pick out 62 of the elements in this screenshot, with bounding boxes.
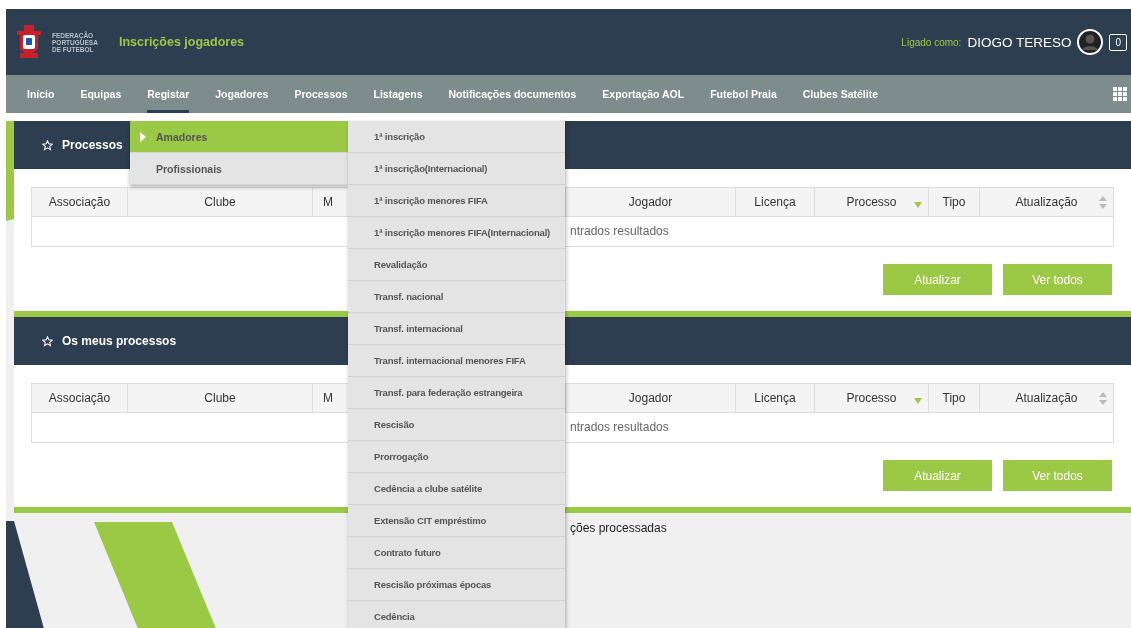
nav-item[interactable]: Início bbox=[27, 75, 55, 113]
avatar-icon[interactable] bbox=[1077, 29, 1104, 55]
submenu-item[interactable]: 1ª inscrição menores FIFA bbox=[348, 185, 565, 217]
column-header[interactable]: Associação bbox=[32, 384, 128, 412]
nav-item[interactable]: Equipas bbox=[80, 75, 122, 113]
nav-item[interactable]: Jogadores bbox=[215, 75, 269, 113]
notification-count[interactable]: 0 bbox=[1109, 33, 1127, 51]
app-title: Inscrições jogadores bbox=[119, 35, 245, 49]
column-header[interactable]: Atualização bbox=[980, 384, 1113, 412]
logged-in-label: Ligado como: bbox=[901, 36, 962, 48]
nav-item[interactable]: Registar bbox=[147, 75, 190, 113]
nav-item[interactable]: Futebol Praia bbox=[710, 75, 777, 113]
nav-item[interactable]: Clubes Satélite bbox=[802, 75, 878, 113]
submenu-item[interactable]: Transf. internacional menores FIFA bbox=[348, 345, 565, 377]
column-header[interactable]: Processo bbox=[815, 188, 929, 216]
footer-text: ções processadas bbox=[570, 521, 667, 535]
sort-icon bbox=[1099, 196, 1107, 209]
column-header[interactable]: Processo bbox=[815, 384, 929, 412]
panel-title: Processos bbox=[62, 138, 123, 152]
submenu-item[interactable]: Transf. nacional bbox=[348, 281, 565, 313]
submenu-item[interactable]: Transf. para federação estrangeira bbox=[348, 377, 565, 409]
submenu-item[interactable]: 1ª inscrição(Internacional) bbox=[348, 153, 565, 185]
sort-down-icon bbox=[914, 398, 922, 404]
column-header[interactable]: Licença bbox=[736, 188, 815, 216]
crest-logo-icon bbox=[14, 23, 44, 61]
column-header[interactable]: Jogador bbox=[566, 188, 736, 216]
column-header[interactable]: Jogador bbox=[566, 384, 736, 412]
submenu-item[interactable]: Prorrogação bbox=[348, 441, 565, 473]
column-header[interactable]: Tipo bbox=[929, 188, 980, 216]
empty-table-message: ntrados resultados bbox=[570, 224, 669, 238]
apps-grid-icon[interactable] bbox=[1113, 87, 1127, 101]
submenu-item[interactable]: Extensão CIT empréstimo bbox=[348, 505, 565, 537]
column-header[interactable]: Atualização bbox=[980, 188, 1113, 216]
submenu-item[interactable]: Rescisão próximas épocas bbox=[348, 569, 565, 601]
panel-title: Os meus processos bbox=[62, 334, 177, 348]
submenu-item[interactable]: Revalidação bbox=[348, 249, 565, 281]
column-header[interactable]: Licença bbox=[736, 384, 815, 412]
submenu-item[interactable]: Transf. internacional bbox=[348, 313, 565, 345]
column-header[interactable]: Tipo bbox=[929, 384, 980, 412]
empty-table-message: ntrados resultados bbox=[570, 420, 669, 434]
submenu-item[interactable]: 1ª inscrição menores FIFA(Internacional) bbox=[348, 217, 565, 249]
star-icon bbox=[42, 139, 53, 151]
column-header[interactable]: Associação bbox=[32, 188, 128, 216]
nav-item[interactable]: Processos bbox=[294, 75, 348, 113]
caret-icon bbox=[140, 132, 146, 142]
column-header[interactable]: Clube bbox=[128, 188, 313, 216]
nav-item[interactable]: Notificações documentos bbox=[448, 75, 577, 113]
column-header[interactable]: M bbox=[313, 384, 349, 412]
sort-down-icon bbox=[914, 202, 922, 208]
column-header[interactable]: Clube bbox=[128, 384, 313, 412]
nav-item[interactable]: Listagens bbox=[373, 75, 423, 113]
submenu-item[interactable]: 1ª inscrição bbox=[348, 121, 565, 153]
column-header[interactable]: M bbox=[313, 188, 349, 216]
nav-item[interactable]: Exportação AOL bbox=[602, 75, 685, 113]
submenu-item[interactable]: Contrato futuro bbox=[348, 537, 565, 569]
submenu-item[interactable]: Cedência bbox=[348, 601, 565, 628]
sort-icon bbox=[1099, 392, 1107, 405]
menu-item[interactable]: Amadores bbox=[130, 121, 348, 153]
star-icon bbox=[42, 335, 53, 347]
submenu-item[interactable]: Cedência a clube satélite bbox=[348, 473, 565, 505]
submenu-item[interactable]: Rescisão bbox=[348, 409, 565, 441]
user-name: DIOGO TERESO bbox=[967, 34, 1072, 50]
